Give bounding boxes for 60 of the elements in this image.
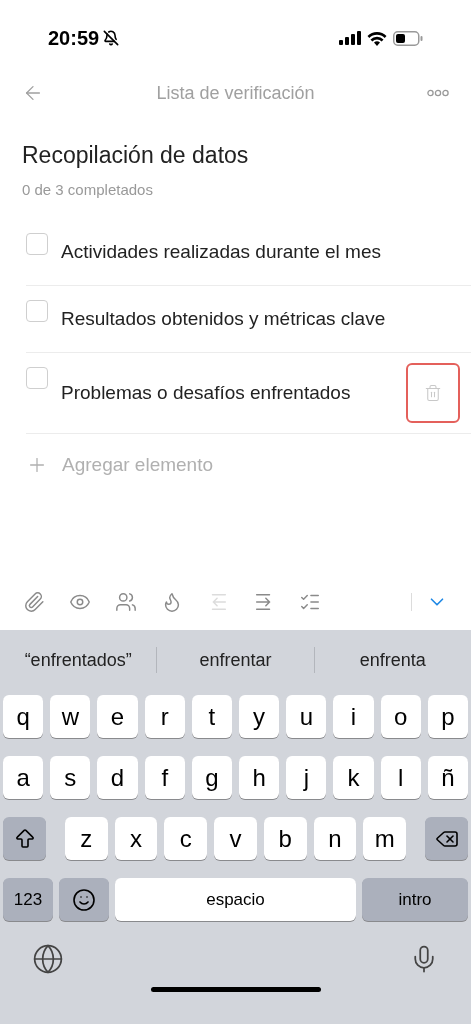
key[interactable]: r [144,695,185,738]
key[interactable]: k [333,756,374,799]
toolbar-button[interactable] [115,591,137,613]
suggestion[interactable]: enfrenta [314,646,471,674]
key[interactable]: z [65,817,108,860]
item-text: Resultados obtenidos y métricas clave [61,307,387,331]
trash-icon [424,384,442,402]
progress-text: 0 de 3 completados [22,179,154,200]
key[interactable]: t [191,695,232,738]
shift-key[interactable] [3,817,46,860]
key[interactable]: m [363,817,407,860]
key[interactable]: g [191,756,232,799]
checklist-title: Recopilación de datos [22,141,250,170]
emoji-icon [72,887,96,912]
suggestion[interactable]: “enfrentados” [0,646,157,674]
key[interactable]: b [263,817,307,860]
globe-icon[interactable] [32,943,64,975]
checkbox[interactable] [26,233,48,255]
key[interactable]: f [144,756,185,799]
checkbox[interactable] [26,367,48,389]
key[interactable]: j [286,756,327,799]
key[interactable]: x [114,817,158,860]
key[interactable]: y [239,695,280,738]
emoji-key[interactable] [59,878,109,921]
key[interactable]: e [97,695,138,738]
numbers-key[interactable]: 123 [3,878,53,921]
key[interactable]: w [50,695,91,738]
key[interactable]: v [214,817,257,860]
key[interactable]: d [97,756,138,799]
key[interactable]: p [427,695,469,738]
key[interactable]: o [380,695,421,738]
suggestion[interactable]: enfrentar [157,646,314,674]
status-time: 20:59 [48,26,100,51]
users-icon [115,591,137,613]
key[interactable]: l [380,756,421,799]
key[interactable]: h [239,756,280,799]
key[interactable]: u [286,695,327,738]
item-text: Problemas o desafíos enfrentados [61,381,352,405]
checkbox[interactable] [26,300,48,322]
battery-icon [393,30,423,46]
key[interactable]: s [50,756,91,799]
signal-icon [339,31,361,45]
bell-off-icon [103,30,120,46]
return-key[interactable]: intro [362,878,468,921]
space-key[interactable]: espacio [115,878,356,921]
toolbar-button[interactable] [23,591,45,613]
backspace-key[interactable] [425,817,469,860]
delete-button[interactable] [406,363,460,423]
key[interactable]: q [3,695,44,738]
paperclip-icon [23,591,45,613]
key[interactable]: ñ [427,756,469,799]
key[interactable]: a [3,756,44,799]
more-button[interactable] [427,89,449,97]
screen-title: Lista de verificación [156,81,315,105]
item-text: Actividades realizadas durante el mes [61,240,382,264]
key[interactable]: n [313,817,357,860]
key[interactable]: c [164,817,208,860]
key[interactable]: i [333,695,374,738]
wifi-icon [367,30,387,46]
more-icon [427,89,449,97]
